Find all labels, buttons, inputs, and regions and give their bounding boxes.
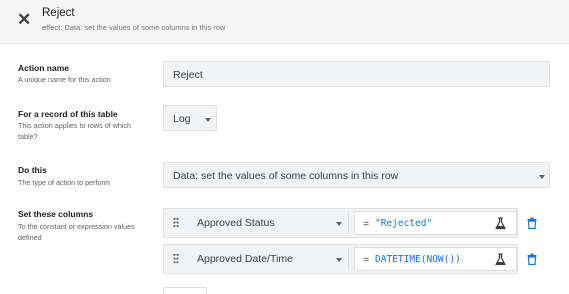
chevron-down-icon xyxy=(336,258,342,262)
column-name: Approved Date/Time xyxy=(197,253,293,265)
add-column-button[interactable] xyxy=(163,287,207,294)
record-table-label: For a record of this table xyxy=(18,109,118,119)
expression-input[interactable]: = DATETIME(NOW()) xyxy=(354,247,517,271)
set-column-row: Approved Date/Time = DATETIME(NOW()) xyxy=(163,244,518,274)
set-columns-hint: To the constant or expression values def… xyxy=(18,222,135,242)
drag-handle-icon[interactable] xyxy=(173,217,179,228)
flask-icon[interactable] xyxy=(495,217,506,230)
action-title: Reject xyxy=(42,7,75,19)
record-table-value: Log xyxy=(173,113,191,125)
action-header: ✕ Reject effect: Data: set the values of… xyxy=(0,0,569,44)
flask-icon[interactable] xyxy=(495,253,506,266)
chevron-down-icon xyxy=(336,222,342,226)
action-name-value: Reject xyxy=(173,69,203,81)
set-column-row: Approved Status = "Rejected" xyxy=(163,208,518,238)
trash-icon[interactable] xyxy=(527,253,537,265)
action-name-hint: A unique name for this action xyxy=(18,75,111,84)
trash-icon[interactable] xyxy=(527,217,537,229)
action-name-label: Action name xyxy=(18,63,70,73)
drag-handle-icon[interactable] xyxy=(173,253,179,264)
do-this-select[interactable]: Data: set the values of some columns in … xyxy=(163,162,550,188)
operator: = xyxy=(363,254,370,266)
chevron-down-icon xyxy=(539,175,545,179)
record-table-hint: This action applies to rows of which tab… xyxy=(18,121,132,141)
action-name-input[interactable]: Reject xyxy=(163,61,550,87)
column-name: Approved Status xyxy=(197,217,275,229)
chevron-down-icon xyxy=(205,118,211,122)
column-select[interactable]: Approved Date/Time xyxy=(188,248,349,270)
set-columns-label: Set these columns xyxy=(18,209,94,219)
expression-value: "Rejected" xyxy=(375,218,433,229)
do-this-label: Do this xyxy=(18,165,47,175)
record-table-select[interactable]: Log xyxy=(163,105,217,131)
action-subtitle: effect: Data: set the values of some col… xyxy=(42,23,226,32)
expression-value: DATETIME(NOW()) xyxy=(375,254,461,265)
operator: = xyxy=(363,218,370,230)
close-icon[interactable]: ✕ xyxy=(17,11,31,29)
column-select[interactable]: Approved Status xyxy=(188,212,349,234)
do-this-hint: The type of action to perform xyxy=(18,178,110,187)
expression-input[interactable]: = "Rejected" xyxy=(354,211,517,235)
do-this-value: Data: set the values of some columns in … xyxy=(173,170,399,182)
